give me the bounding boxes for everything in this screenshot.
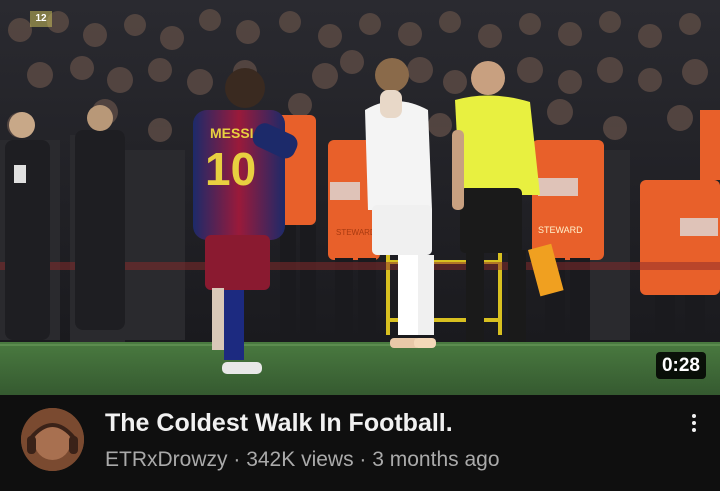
upload-age: 3 months ago: [372, 448, 500, 471]
jersey-number: 10: [205, 143, 256, 195]
broadcast-logo: 12: [30, 11, 52, 27]
video-thumbnail[interactable]: STEWARD STEWARD MESSI 10 12 0:28: [0, 0, 720, 395]
channel-avatar[interactable]: [21, 408, 84, 471]
kebab-vertical-icon[interactable]: [682, 409, 706, 437]
vest-text-2: STEWARD: [538, 225, 583, 235]
video-title[interactable]: The Coldest Walk In Football.: [105, 408, 453, 438]
thumbnail-image: STEWARD STEWARD MESSI 10: [0, 0, 720, 395]
jersey-name: MESSI: [210, 125, 254, 141]
video-meta: ETRxDrowzy · 342K views · 3 months ago: [105, 447, 500, 473]
channel-name[interactable]: ETRxDrowzy: [105, 448, 228, 471]
view-count: 342K views: [246, 448, 354, 471]
meta-separator: ·: [227, 448, 247, 471]
vest-text: STEWARD: [336, 228, 376, 237]
duration-badge: 0:28: [655, 352, 706, 379]
video-info: The Coldest Walk In Football. ETRxDrowzy…: [0, 395, 720, 491]
meta-separator-2: ·: [353, 448, 373, 471]
